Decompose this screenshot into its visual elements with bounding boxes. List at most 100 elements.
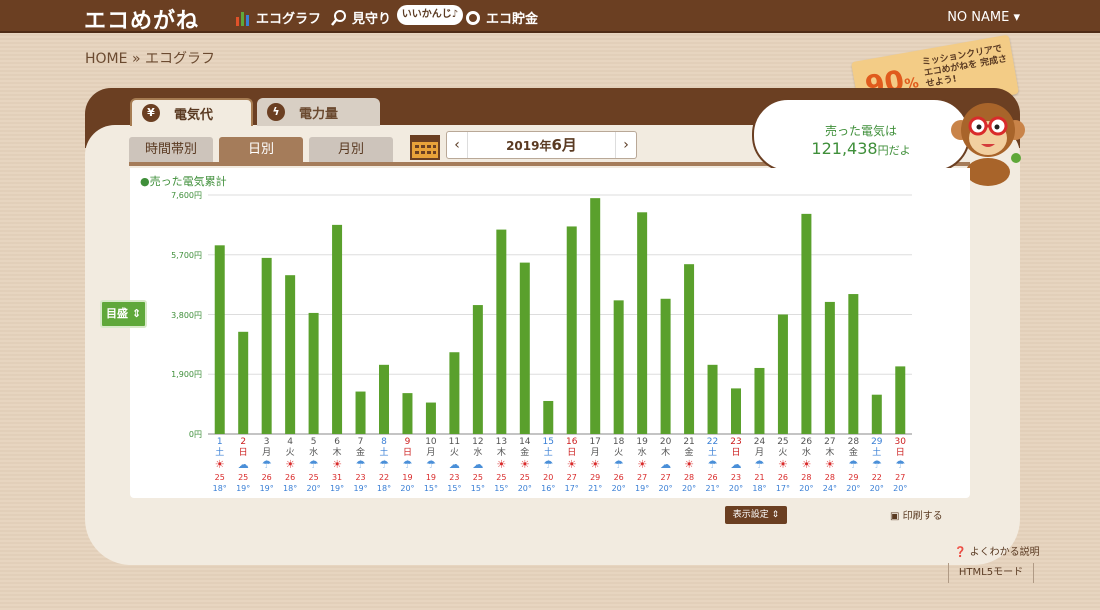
- x-day-label: 8: [381, 437, 387, 447]
- y-tick-label: 3,800円: [171, 310, 202, 320]
- x-low-temp: 15°: [447, 484, 462, 493]
- html5-mode-link[interactable]: HTML5モード: [948, 563, 1034, 583]
- weather-cloud-icon: ☁: [660, 458, 672, 471]
- x-low-temp: 19°: [259, 484, 274, 493]
- nav-eco-graph[interactable]: エコグラフ: [234, 8, 321, 27]
- x-weekday-label: 金: [684, 448, 694, 458]
- weather-sun-icon: ☀: [566, 458, 577, 471]
- x-weekday-label: 木: [825, 448, 835, 458]
- x-high-temp: 25: [214, 473, 225, 482]
- x-weekday-label: 土: [215, 448, 225, 458]
- weather-sun-icon: ☀: [777, 458, 788, 471]
- nav-eco-savings-label: エコ貯金: [486, 12, 539, 27]
- x-weekday-label: 土: [543, 448, 553, 458]
- app-logo[interactable]: エコめがね: [84, 3, 199, 35]
- calendar-icon[interactable]: [410, 132, 440, 160]
- x-weekday-label: 金: [356, 448, 366, 458]
- help-link[interactable]: ❓ よくわかる説明: [954, 543, 1040, 558]
- x-low-temp: 15°: [470, 484, 485, 493]
- x-low-temp: 20°: [611, 484, 626, 493]
- tab-electricity-cost-label: 電気代: [174, 107, 214, 123]
- x-low-temp: 18°: [752, 484, 767, 493]
- x-low-temp: 20°: [869, 484, 884, 493]
- x-weekday-label: 月: [590, 448, 600, 458]
- x-weekday-label: 日: [731, 448, 741, 458]
- x-low-temp: 18°: [283, 484, 298, 493]
- x-day-label: 24: [753, 437, 766, 447]
- lightning-icon: ϟ: [267, 103, 285, 121]
- display-settings-button[interactable]: 表示設定 ⇕: [725, 506, 787, 524]
- user-name: NO NAME: [947, 10, 1010, 25]
- x-day-label: 25: [777, 437, 789, 447]
- y-tick-label: 0円: [188, 430, 202, 439]
- x-weekday-label: 日: [567, 448, 577, 458]
- month-navigator: ‹ 2019年6月 ›: [446, 131, 637, 159]
- x-weekday-label: 金: [848, 448, 858, 458]
- x-high-temp: 26: [777, 473, 789, 482]
- x-high-temp: 23: [730, 473, 742, 482]
- breadcrumb-home[interactable]: HOME: [85, 51, 127, 67]
- weather-cloud-icon: ☁: [237, 458, 249, 471]
- subtab-daily[interactable]: 日別: [219, 137, 303, 163]
- x-low-temp: 20°: [799, 484, 814, 493]
- print-button[interactable]: ▣ 印刷する: [890, 507, 943, 522]
- chart-legend: ●売った電気累計: [140, 175, 227, 188]
- x-day-label: 29: [871, 437, 883, 447]
- yen-icon: ¥: [142, 104, 160, 122]
- x-day-label: 22: [706, 437, 719, 447]
- weather-sun-icon: ☀: [519, 458, 530, 471]
- weather-rain-icon: ☂: [308, 458, 319, 471]
- prev-month-button[interactable]: ‹: [447, 137, 467, 153]
- weather-sun-icon: ☀: [496, 458, 507, 471]
- x-weekday-label: 水: [801, 448, 811, 458]
- x-weekday-label: 火: [614, 448, 624, 458]
- weather-cloud-icon: ☁: [472, 458, 484, 471]
- x-high-temp: 29: [590, 473, 601, 482]
- x-weekday-label: 日: [895, 448, 905, 458]
- user-menu[interactable]: NO NAME ▾: [947, 10, 1020, 25]
- weather-sun-icon: ☀: [285, 458, 296, 471]
- x-weekday-label: 日: [402, 448, 412, 458]
- updown-icon: ⇕: [131, 307, 142, 320]
- x-low-temp: 18°: [212, 484, 227, 493]
- x-weekday-label: 月: [754, 448, 764, 458]
- weather-sun-icon: ☀: [332, 458, 342, 471]
- target-scale-button[interactable]: 目盛 ⇕: [100, 300, 147, 328]
- x-low-temp: 19°: [236, 484, 251, 493]
- nav-eco-savings[interactable]: エコ貯金: [464, 8, 538, 27]
- weather-rain-icon: ☂: [871, 458, 882, 471]
- y-tick-label: 7,600円: [171, 191, 202, 200]
- subtab-hourly[interactable]: 時間帯別: [129, 137, 213, 163]
- weather-rain-icon: ☂: [707, 458, 718, 471]
- x-high-temp: 26: [261, 473, 272, 482]
- x-low-temp: 24°: [822, 484, 837, 493]
- x-day-label: 15: [542, 437, 554, 447]
- x-low-temp: 21°: [588, 484, 603, 493]
- x-day-label: 12: [472, 437, 484, 447]
- subtab-monthly[interactable]: 月別: [309, 137, 393, 163]
- x-weekday-label: 木: [496, 448, 506, 458]
- next-month-button[interactable]: ›: [616, 137, 636, 153]
- weather-rain-icon: ☂: [848, 458, 859, 471]
- updown-icon: ⇕: [771, 510, 780, 520]
- nav-eco-graph-label: エコグラフ: [256, 12, 322, 27]
- x-low-temp: 20°: [681, 484, 697, 493]
- x-low-temp: 20°: [846, 484, 861, 493]
- x-day-label: 27: [824, 437, 836, 447]
- nav-mimamori[interactable]: 見守り: [330, 8, 391, 27]
- tab-electricity-cost[interactable]: ¥ 電気代: [130, 98, 253, 126]
- x-day-label: 21: [683, 437, 695, 447]
- mission-text: ミッションクリアで エコめがねを 完成させよう!: [921, 44, 1008, 90]
- x-weekday-label: 火: [285, 448, 295, 458]
- x-day-label: 20: [659, 437, 672, 447]
- tab-electricity-amount[interactable]: ϟ 電力量: [257, 98, 380, 126]
- tab-electricity-amount-label: 電力量: [299, 106, 339, 122]
- x-weekday-label: 火: [778, 448, 788, 458]
- month-label: 2019年6月: [467, 132, 616, 158]
- x-day-label: 14: [519, 437, 531, 447]
- weather-rain-icon: ☂: [261, 458, 272, 471]
- x-high-temp: 26: [285, 473, 296, 482]
- x-low-temp: 17°: [775, 484, 791, 493]
- breadcrumb: HOME » エコグラフ: [85, 48, 215, 68]
- x-day-label: 9: [404, 437, 411, 447]
